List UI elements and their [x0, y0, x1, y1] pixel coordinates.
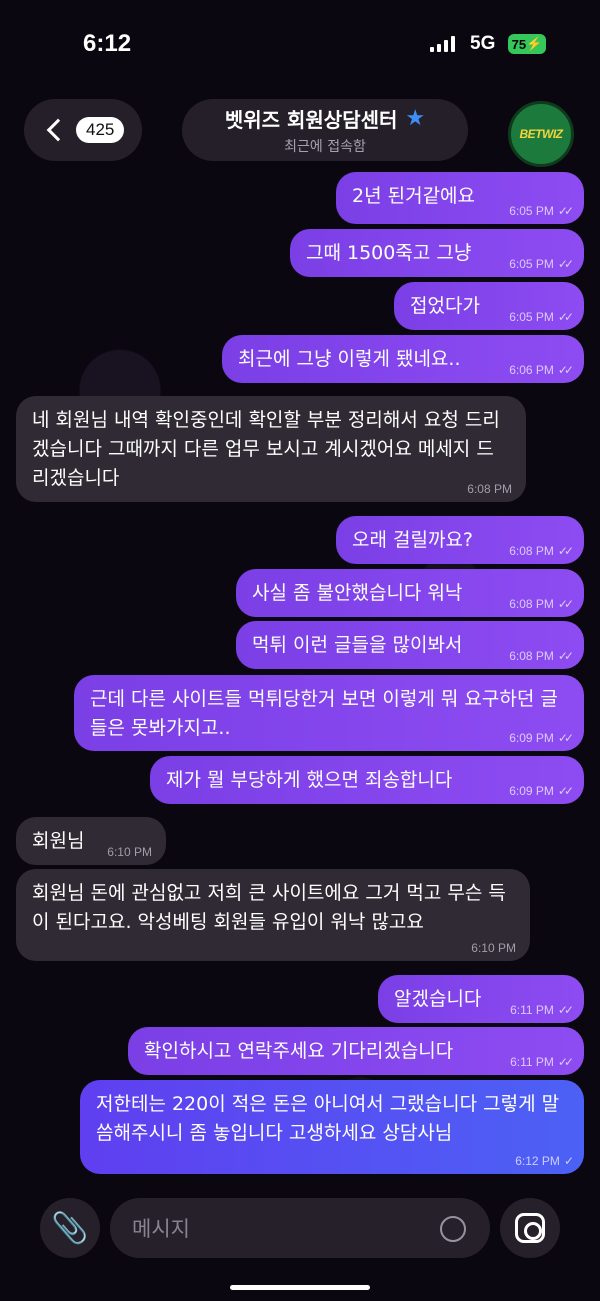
message-text: 접었다가 — [410, 295, 480, 317]
message-text: 근데 다른 사이트들 먹튀당한거 보면 이렇게 뭐 요구하던 글들은 못봐가지고… — [90, 688, 558, 739]
message-text: 최근에 그냥 이렇게 됐네요.. — [238, 348, 461, 370]
read-check-icon: ✓✓ — [557, 310, 574, 324]
read-check-icon: ✓✓ — [557, 784, 574, 798]
message-bubble-7[interactable]: 사실 좀 불안했습니다 워낙 6:08 PM ✓✓ — [236, 569, 584, 617]
battery-icon: 75 ⚡ — [508, 34, 546, 54]
message-text: 저한테는 220이 적은 돈은 아니여서 그랬습니다 그렇게 말씀해주시니 좀 … — [96, 1093, 560, 1144]
message-text: 먹튀 이런 글들을 많이봐서 — [252, 634, 463, 656]
status-bar: 6:12 5G 75 ⚡ — [0, 0, 600, 90]
message-text: 회원님 — [32, 830, 85, 852]
message-bubble-10[interactable]: 제가 뭘 부당하게 했으면 죄송합니다 6:09 PM ✓✓ — [150, 756, 584, 804]
paperclip-icon: 📎 — [51, 1210, 89, 1246]
read-check-icon: ✓✓ — [557, 1055, 574, 1069]
message-bubble-5[interactable]: 네 회원님 내역 확인중인데 확인할 부분 정리해서 요청 드리겠습니다 그때까… — [16, 396, 526, 502]
unread-count-badge: 425 — [76, 117, 125, 143]
chevron-left-icon — [46, 118, 70, 142]
camera-button[interactable] — [500, 1198, 560, 1258]
battery-level: 75 — [511, 36, 527, 52]
message-bubble-2[interactable]: 그때 1500죽고 그냥 6:05 PM ✓✓ — [290, 229, 584, 277]
message-text: 오래 걸릴까요? — [352, 529, 474, 551]
message-bubble-12[interactable]: 회원님 돈에 관심없고 저희 큰 사이트에요 그거 먹고 무슨 득이 된다고요.… — [16, 869, 530, 961]
chat-title-button[interactable]: 벳위즈 회원상담센터 ★ 최근에 접속함 — [182, 99, 468, 161]
message-text: 그때 1500죽고 그냥 — [306, 242, 472, 264]
read-check-icon: ✓✓ — [557, 731, 574, 745]
message-time: 6:10 PM — [471, 941, 516, 955]
read-check-icon: ✓✓ — [557, 1003, 574, 1017]
message-time: 6:08 PM — [509, 544, 554, 558]
back-button[interactable]: 425 — [24, 99, 142, 161]
message-time: 6:11 PM — [510, 1003, 554, 1017]
avatar[interactable]: BETWIZ — [508, 101, 574, 167]
message-list[interactable]: 2년 된거같에요 6:05 PM ✓✓ 그때 1500죽고 그냥 6:05 PM ✓… — [0, 0, 600, 1301]
read-check-icon: ✓✓ — [557, 544, 574, 558]
message-time: 6:10 PM — [107, 845, 152, 859]
read-check-icon: ✓✓ — [557, 363, 574, 377]
message-time: 6:09 PM — [509, 784, 554, 798]
message-time: 6:12 PM — [515, 1154, 560, 1168]
message-bubble-14[interactable]: 확인하시고 연락주세요 기다리겠습니다 6:11 PM ✓✓ — [128, 1027, 584, 1075]
attach-button[interactable]: 📎 — [40, 1198, 100, 1258]
network-type: 5G — [470, 33, 496, 54]
read-check-icon: ✓✓ — [557, 597, 574, 611]
chat-title: 벳위즈 회원상담센터 — [224, 108, 398, 132]
message-bubble-8[interactable]: 먹튀 이런 글들을 많이봐서 6:08 PM ✓✓ — [236, 621, 584, 669]
message-text: 회원님 돈에 관심없고 저희 큰 사이트에요 그거 먹고 무슨 득이 된다고요.… — [32, 882, 506, 933]
status-time: 6:12 — [83, 30, 132, 57]
camera-icon — [515, 1213, 545, 1243]
message-bubble-4[interactable]: 최근에 그냥 이렇게 됐네요.. 6:06 PM ✓✓ — [222, 335, 584, 383]
message-bubble-13[interactable]: 알겠습니다 6:11 PM ✓✓ — [378, 975, 584, 1023]
message-bubble-11[interactable]: 회원님 6:10 PM — [16, 817, 166, 865]
message-time: 6:11 PM — [510, 1055, 554, 1069]
message-text: 사실 좀 불안했습니다 워낙 — [252, 582, 463, 604]
home-indicator — [230, 1285, 370, 1290]
read-check-icon: ✓✓ — [557, 204, 574, 218]
message-text: 네 회원님 내역 확인중인데 확인할 부분 정리해서 요청 드리겠습니다 그때까… — [32, 409, 500, 489]
message-text: 2년 된거같에요 — [352, 185, 476, 207]
message-input-placeholder: 메시지 — [132, 1217, 190, 1241]
star-icon: ★ — [405, 106, 426, 131]
message-bubble-1[interactable]: 2년 된거같에요 6:05 PM ✓✓ — [336, 172, 584, 224]
message-time: 6:08 PM — [509, 649, 554, 663]
message-text: 알겠습니다 — [394, 988, 482, 1010]
message-time: 6:09 PM — [509, 731, 554, 745]
sticker-icon[interactable] — [440, 1216, 466, 1242]
message-bubble-3[interactable]: 접었다가 6:05 PM ✓✓ — [394, 282, 584, 330]
message-time: 6:08 PM — [509, 597, 554, 611]
chat-header: 425 벳위즈 회원상담센터 ★ 최근에 접속함 BETWIZ — [0, 95, 600, 170]
avatar-logo-text: BETWIZ — [519, 127, 564, 141]
last-seen-status: 최근에 접속함 — [284, 139, 366, 155]
message-bubble-9[interactable]: 근데 다른 사이트들 먹튀당한거 보면 이렇게 뭐 요구하던 글들은 못봐가지고… — [74, 675, 584, 751]
message-time: 6:05 PM — [509, 257, 554, 271]
message-time: 6:08 PM — [467, 482, 512, 496]
message-bubble-15[interactable]: 저한테는 220이 적은 돈은 아니여서 그랬습니다 그렇게 말씀해주시니 좀 … — [80, 1080, 584, 1174]
message-input[interactable]: 메시지 — [110, 1198, 490, 1258]
message-time: 6:06 PM — [509, 363, 554, 377]
read-check-icon: ✓✓ — [557, 257, 574, 271]
message-bubble-6[interactable]: 오래 걸릴까요? 6:08 PM ✓✓ — [336, 516, 584, 564]
sent-check-icon: ✓ — [563, 1154, 574, 1168]
message-text: 확인하시고 연락주세요 기다리겠습니다 — [144, 1040, 454, 1062]
read-check-icon: ✓✓ — [557, 649, 574, 663]
message-time: 6:05 PM — [509, 310, 554, 324]
message-time: 6:05 PM — [509, 204, 554, 218]
signal-icon — [430, 36, 455, 52]
message-text: 제가 뭘 부당하게 했으면 죄송합니다 — [166, 769, 453, 791]
